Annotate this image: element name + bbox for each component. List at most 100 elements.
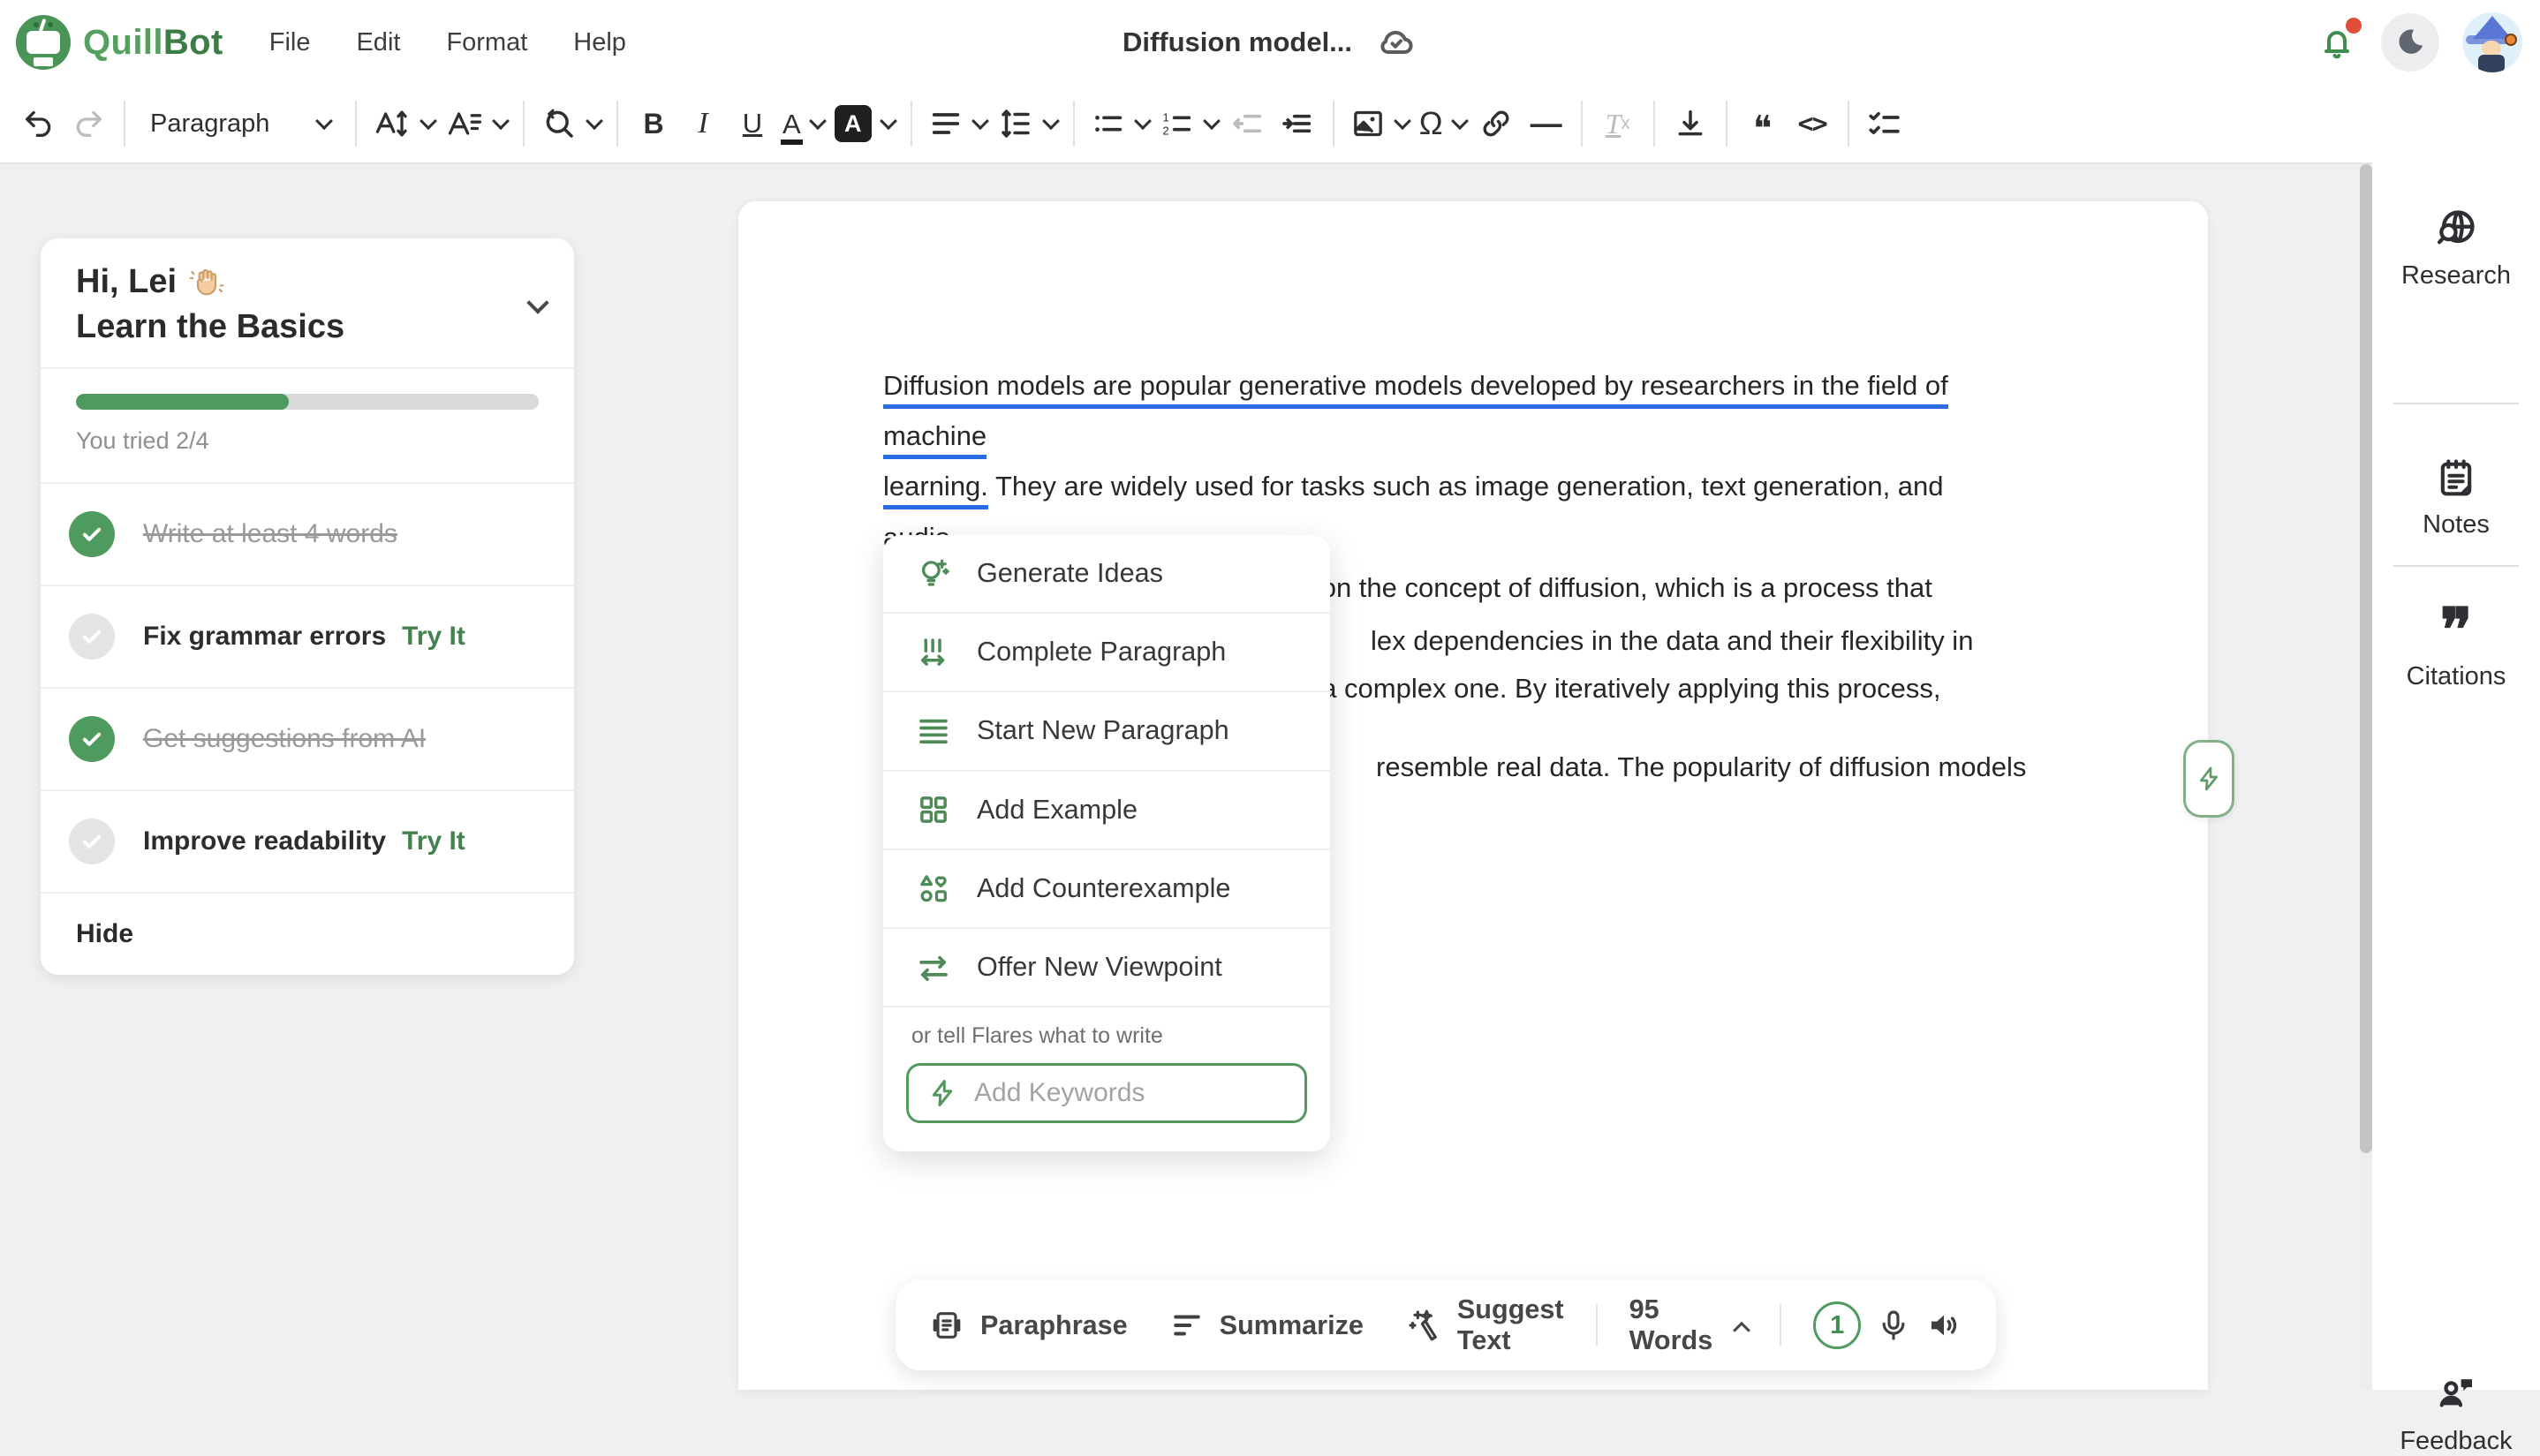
flares-suggestion-menu: Generate Ideas Complete Paragraph Start … <box>883 535 1330 1151</box>
indent-button[interactable] <box>1273 97 1322 150</box>
insert-image-dropdown[interactable] <box>1345 97 1414 150</box>
italic-button[interactable]: I <box>678 97 728 150</box>
grid-squares-icon <box>915 791 952 828</box>
line-spacing-dropdown[interactable] <box>992 97 1062 150</box>
text-align-dropdown[interactable] <box>923 97 992 150</box>
outdent-button[interactable] <box>1223 97 1273 150</box>
check-circle-icon <box>69 716 115 762</box>
suggest-text-button[interactable]: Suggest Text <box>1406 1294 1564 1356</box>
task-fix-grammar[interactable]: Fix grammar errors Try It <box>41 586 574 689</box>
progress-bar-fill <box>76 394 289 410</box>
sidebar-item-citations[interactable]: ❞ Citations <box>2372 607 2540 691</box>
notes-notepad-icon <box>2433 456 2479 502</box>
learn-basics-header[interactable]: Hi, Lei Learn the Basics <box>41 238 574 369</box>
quillbot-editor: { "colors": { "brand_green": "#499557", … <box>0 0 2540 1390</box>
add-keywords-input[interactable] <box>974 1078 1274 1108</box>
menu-item-add-counterexample[interactable]: Add Counterexample <box>883 850 1330 929</box>
font-size-dropdown[interactable] <box>367 97 440 150</box>
notification-bell-icon[interactable] <box>2316 21 2358 64</box>
flare-bolt-icon <box>926 1077 958 1109</box>
sidebar-divider <box>2393 403 2519 404</box>
undo-button[interactable] <box>14 97 64 150</box>
paragraph-lines-icon <box>915 713 952 750</box>
formatting-toolbar: Paragraph B I U A A 12 <box>0 85 2372 164</box>
progress-bar <box>76 394 539 410</box>
bold-button[interactable]: B <box>629 97 678 150</box>
menu-item-start-new-paragraph[interactable]: Start New Paragraph <box>883 692 1330 771</box>
user-avatar[interactable] <box>2462 12 2522 72</box>
menu-edit[interactable]: Edit <box>356 28 400 57</box>
magic-wand-icon <box>1406 1308 1441 1343</box>
document-title-area: Diffusion model... <box>1123 0 1417 85</box>
microphone-button[interactable] <box>1876 1308 1911 1343</box>
try-it-link[interactable]: Try It <box>402 826 465 856</box>
progress-label: You tried 2/4 <box>76 427 539 455</box>
menu-item-complete-paragraph[interactable]: Complete Paragraph <box>883 614 1330 692</box>
scrollbar-track[interactable] <box>2360 164 2372 1390</box>
menu-item-generate-ideas[interactable]: Generate Ideas <box>883 535 1330 614</box>
right-sidebar: Research Notes ❞ Citations Feedback <box>2372 85 2540 1390</box>
flares-footer: or tell Flares what to write <box>883 1007 1330 1151</box>
menu-item-offer-new-viewpoint[interactable]: Offer New Viewpoint <box>883 929 1330 1007</box>
checklist-button[interactable] <box>1860 97 1909 150</box>
flares-trigger-button[interactable] <box>2183 740 2234 818</box>
doc-line-5-visible: resemble real data. The popularity of di… <box>1376 742 2026 792</box>
code-block-button[interactable]: <> <box>1788 97 1837 150</box>
menu-item-add-example[interactable]: Add Example <box>883 772 1330 850</box>
sidebar-item-research[interactable]: Research <box>2372 205 2540 290</box>
greeting-text: Hi, Lei <box>76 263 177 301</box>
menu-help[interactable]: Help <box>573 28 626 57</box>
progress-section: You tried 2/4 <box>41 369 574 484</box>
hide-button[interactable]: Hide <box>41 894 574 975</box>
paraphrase-button[interactable]: Paraphrase <box>929 1308 1128 1343</box>
bulleted-list-dropdown[interactable] <box>1085 97 1154 150</box>
paragraph-style-dropdown[interactable]: Paragraph <box>136 97 344 150</box>
clear-formatting-button[interactable]: Tx <box>1593 97 1643 150</box>
read-aloud-button[interactable] <box>1925 1307 1962 1344</box>
doc-line-6-visible: lex dependencies in the data and their f… <box>1371 615 1973 666</box>
special-characters-dropdown[interactable]: Ω <box>1414 97 1471 150</box>
text-color-dropdown[interactable]: A <box>777 97 829 150</box>
word-count-dropdown[interactable]: 95 Words <box>1629 1294 1749 1356</box>
notification-badge <box>2346 18 2362 34</box>
citations-quote-icon: ❞ <box>2440 607 2473 653</box>
learn-basics-title: Learn the Basics <box>76 308 542 346</box>
top-bar: QuillBot File Edit Format Help Diffusion… <box>0 0 2540 85</box>
blockquote-button[interactable]: ❝ <box>1738 97 1788 150</box>
numbered-list-dropdown[interactable]: 12 <box>1154 97 1223 150</box>
sidebar-item-feedback[interactable]: Feedback <box>2372 1370 2540 1456</box>
task-get-ai-suggestions[interactable]: Get suggestions from AI <box>41 689 574 791</box>
document-title[interactable]: Diffusion model... <box>1123 26 1352 58</box>
flares-footer-label: or tell Flares what to write <box>906 1023 1307 1049</box>
task-write-4-words[interactable]: Write at least 4 words <box>41 484 574 586</box>
task-improve-readability[interactable]: Improve readability Try It <box>41 791 574 894</box>
summarize-button[interactable]: Summarize <box>1170 1309 1364 1342</box>
lightbulb-sparkle-icon <box>915 555 952 592</box>
waving-hand-icon <box>189 265 224 300</box>
highlight-color-dropdown[interactable]: A <box>829 97 900 150</box>
font-family-dropdown[interactable] <box>440 97 512 150</box>
top-right-controls <box>2316 0 2522 85</box>
menu-file[interactable]: File <box>269 28 311 57</box>
check-circle-icon <box>69 614 115 660</box>
underline-button[interactable]: U <box>728 97 777 150</box>
menu-bar: File Edit Format Help <box>269 28 626 57</box>
check-circle-icon <box>69 511 115 557</box>
horizontal-rule-button[interactable]: — <box>1521 97 1570 150</box>
dark-mode-toggle[interactable] <box>2381 13 2439 72</box>
mixed-shapes-icon <box>915 870 952 907</box>
menu-format[interactable]: Format <box>446 28 527 57</box>
redo-button[interactable] <box>64 97 113 150</box>
sidebar-item-notes[interactable]: Notes <box>2372 456 2540 539</box>
paraphrase-tool-dropdown[interactable] <box>535 97 606 150</box>
svg-text:1: 1 <box>1162 111 1168 124</box>
bottom-action-bar: Paraphrase Summarize Suggest Text 95 Wor… <box>896 1280 1996 1370</box>
quillbot-logo[interactable]: QuillBot <box>16 15 223 70</box>
learn-basics-card: Hi, Lei Learn the Basics You tried 2/4 W… <box>41 238 574 975</box>
try-it-link[interactable]: Try It <box>402 622 465 652</box>
add-keywords-box[interactable] <box>906 1063 1307 1123</box>
flare-credits-badge[interactable]: 1 <box>1813 1301 1861 1349</box>
scrollbar-thumb[interactable] <box>2360 164 2372 1153</box>
insert-link-button[interactable] <box>1471 97 1521 150</box>
export-download-button[interactable] <box>1666 97 1715 150</box>
